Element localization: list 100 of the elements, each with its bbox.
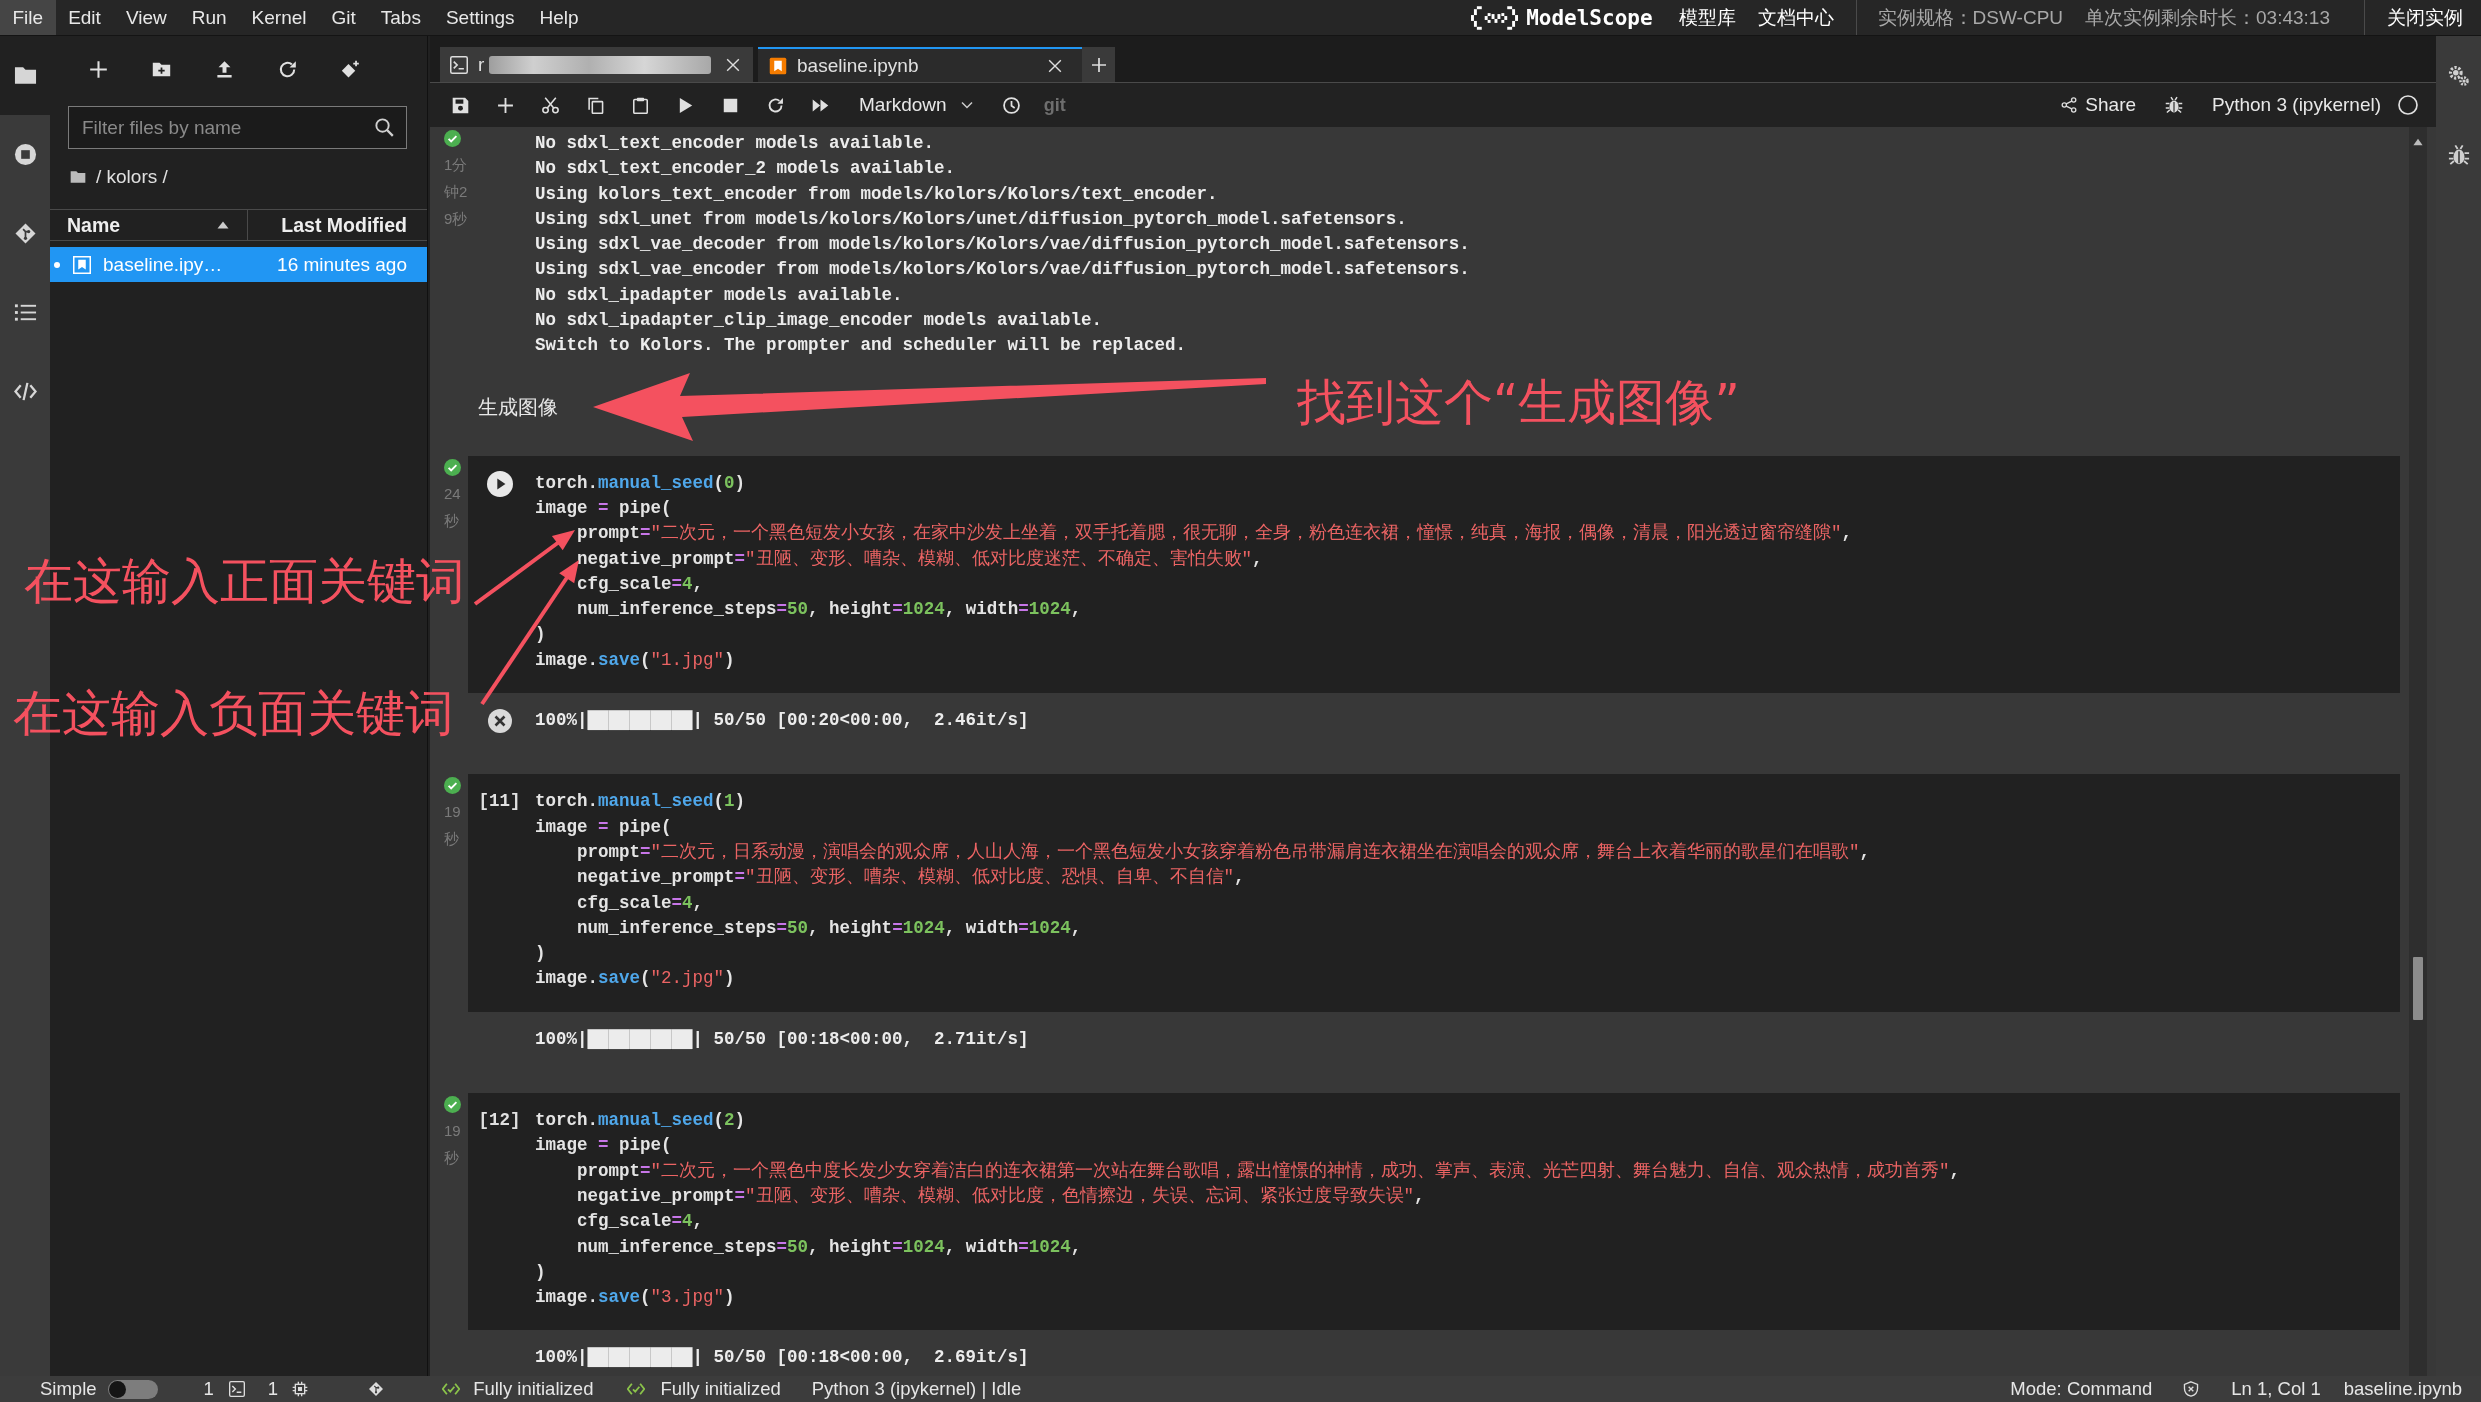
menu-item[interactable]: Kernel [239,0,319,35]
toggle-switch[interactable] [107,1379,158,1399]
close-icon[interactable] [726,57,740,72]
brand-name[interactable]: ModelScope [1526,5,1653,30]
plus-icon[interactable] [88,59,108,79]
code-line: ) [535,1260,546,1284]
tab[interactable]: r [440,47,753,82]
header-link[interactable]: 模型库 [1678,4,1736,31]
x-circle-icon[interactable] [487,708,512,733]
output-line: Using kolors_text_encoder from models/kolors/Kolors/text_encoder. [535,182,1218,206]
menu-item[interactable]: Help [527,0,592,35]
output-line: Using sdxl_vae_encoder from models/kolors/Kolors/vae/diffusion_pytorch_model.safetensors. [535,258,1470,282]
markdown-text: 生成图像 [478,394,558,420]
output-line: No sdxl_ipadapter_clip_image_encoder models available. [535,309,1103,333]
output-line: No sdxl_ipadapter models available. [535,283,903,307]
code-line: prompt="二次元，日系动漫，演唱会的观众席，人山人海，一个黑色短发小女孩穿着粉色吊带漏肩连衣裙坐在演唱会的观众席，舞台上衣着华丽的歌星们在唱歌", [576,840,1871,864]
close-icon[interactable] [1048,58,1062,73]
chip-icon[interactable] [292,1381,309,1397]
plus-icon[interactable] [496,96,514,114]
menu-item[interactable]: Edit [55,0,114,35]
shield-icon[interactable] [2183,1381,2200,1397]
header-link[interactable]: 文档中心 [1757,4,1834,31]
triangle-up-icon[interactable] [2413,137,2423,147]
annotation-text: 在这输入正面关键词 [24,554,465,610]
code-icon[interactable] [13,380,37,403]
mode-indicator: Mode: Command [2010,1378,2153,1400]
code-line: torch.manual_seed(0) [535,471,746,495]
menu-item[interactable]: Run [179,0,240,35]
code-editor[interactable] [468,455,2400,694]
menu-item[interactable]: Tabs [368,0,434,35]
git-plus-icon[interactable] [340,59,360,79]
cell-type-dropdown[interactable]: Markdown [859,94,973,116]
menu-item[interactable]: Git [319,0,369,35]
menu-item[interactable]: Settings [433,0,528,35]
folder-icon [13,64,37,87]
cursor-position[interactable]: Ln 1, Col 1 [2231,1378,2321,1400]
play-circle-icon[interactable] [486,470,513,497]
code-line: negative_prompt="丑陋、变形、嘈杂、模糊、低对比度迷茫、不确定、害怕失败", [576,547,1263,571]
new-tab-button[interactable] [1082,47,1115,82]
code-line: cfg_scale=4, [576,572,704,596]
bug-icon[interactable] [2165,96,2184,114]
close-instance-button[interactable]: 关闭实例 [2365,0,2481,35]
annotation-text: 找到这个“生成图像” [1297,375,1740,431]
annotation-text: 在这输入负面关键词 [13,686,454,742]
column-header[interactable]: Name [50,210,247,240]
refresh-icon[interactable] [277,59,297,79]
code-line: negative_prompt="丑陋、变形、嘈杂、模糊、低对比度，色情擦边，失误、忘词、紧张过度导致失误", [576,1184,1425,1208]
folder-icon [70,169,86,185]
code-line: negative_prompt="丑陋、变形、嘈杂、模糊、低对比度、恐惧、自卑、不自信", [576,866,1245,890]
sidebar-tab[interactable] [0,36,50,115]
stop-circle-icon[interactable] [13,143,37,166]
code-line: image.save("3.jpg") [535,1286,735,1310]
code-line: torch.manual_seed(2) [535,1109,746,1132]
code-line: prompt="二次元，一个黑色中度长发少女穿着洁白的连衣裙第一次站在舞台歌唱，露出憧憬的神情，成功、掌声、表演、光芒四射、舞台魅力、自信、观众热情，成功首秀", [576,1159,1961,1183]
logo-icon[interactable] [1471,5,1519,30]
scrollbar[interactable] [2409,127,2427,1376]
terminal-icon[interactable] [228,1381,245,1397]
gears-icon[interactable] [2447,64,2470,87]
code-line: image = pipe( [535,815,672,839]
output-line: No sdxl_text_encoder_2 models available. [535,157,956,181]
scissors-icon[interactable] [541,96,559,114]
column-header[interactable]: Last Modified [247,210,427,240]
upload-icon[interactable] [214,59,234,79]
terminal-count[interactable]: 1 [203,1378,214,1400]
output-line: Using sdxl_vae_decoder from models/kolors/Kolors/vae/diffusion_pytorch_model.safetensors. [535,233,1470,257]
refresh-icon[interactable] [766,96,784,114]
scrollbar-thumb[interactable] [2413,957,2423,1020]
output-line: Switch to Kolors. The prompter and scheduler will be replaced. [535,334,1187,358]
share-button[interactable]: Share [2061,94,2137,116]
execution-time: 24秒 [444,483,462,531]
kernel-count[interactable]: 1 [267,1378,279,1400]
breadcrumb[interactable]: / kolors / [96,166,168,188]
share-icon [2061,97,2078,113]
time-remaining: 单次实例剩余时长：03:43:13 [2085,5,2330,30]
toggle-label: Simple [40,1378,97,1400]
code-check-icon[interactable] [627,1380,646,1398]
clock-icon[interactable] [1003,96,1021,114]
search-icon[interactable] [375,118,394,137]
kernel-name[interactable]: Python 3 (ipykernel) [2212,94,2381,116]
code-line: image.save("1.jpg") [535,648,735,672]
code-line: cfg_scale=4, [576,1210,704,1234]
menu-item[interactable]: View [113,0,180,35]
code-line: image = pipe( [535,1134,672,1158]
filter-field[interactable]: Filter files by name [68,106,407,149]
menu-item[interactable]: File [0,0,56,35]
tab[interactable]: baseline.ipynb [758,47,1082,82]
clipboard-icon[interactable] [631,96,649,114]
code-line: image = pipe( [535,496,672,520]
copy-icon[interactable] [586,96,604,114]
code-check-icon[interactable] [442,1380,461,1398]
extension-status[interactable]: Fully initialized [660,1378,781,1400]
list-icon[interactable] [13,301,37,324]
code-line: image.save("2.jpg") [535,967,735,991]
bug-icon[interactable] [2447,143,2470,166]
modified-time: 16 minutes ago [277,253,407,276]
save-icon[interactable] [451,96,469,114]
extension-status[interactable]: Fully initialized [473,1378,594,1400]
code-line: cfg_scale=4, [576,891,704,915]
kernel-status[interactable]: Python 3 (ipykernel) | Idle [811,1378,1022,1400]
stop-icon[interactable] [721,96,739,114]
